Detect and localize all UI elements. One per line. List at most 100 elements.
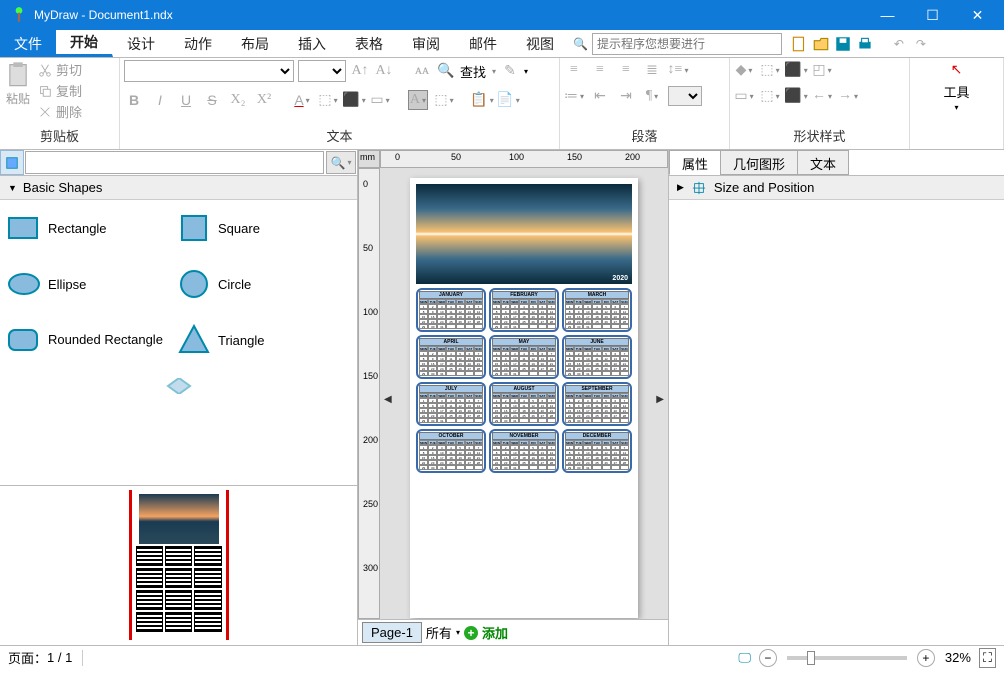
- calendar-year: 2020: [612, 275, 628, 282]
- tab-action[interactable]: 动作: [170, 30, 227, 57]
- main-layout: 🔍▾ ▼ Basic Shapes Rectangle Square Ellip…: [0, 150, 1004, 645]
- find-icon[interactable]: 🔍: [436, 61, 456, 81]
- page-viewport[interactable]: ◀ 2020 JANUARYMONTUEWEDTHUFRISATSUN12345…: [380, 168, 668, 619]
- grow-font-icon[interactable]: A↑: [350, 61, 370, 81]
- tab-text[interactable]: 文本: [797, 150, 849, 175]
- arrow-end-icon[interactable]: →▾: [838, 86, 858, 106]
- expand-left-icon[interactable]: ◀: [384, 394, 392, 405]
- tab-home[interactable]: 开始: [56, 30, 113, 57]
- tab-view[interactable]: 视图: [512, 30, 569, 57]
- close-button[interactable]: ✕: [955, 0, 1000, 30]
- zoom-in-button[interactable]: +: [917, 649, 935, 667]
- shrink-font-icon[interactable]: A↓: [374, 61, 394, 81]
- cut-button[interactable]: 剪切: [38, 60, 82, 79]
- minimize-button[interactable]: —: [865, 0, 910, 30]
- add-page-button[interactable]: + 添加: [464, 623, 508, 642]
- tab-properties[interactable]: 属性: [669, 150, 721, 175]
- new-doc-icon[interactable]: [790, 35, 808, 53]
- para-combo[interactable]: [668, 86, 702, 106]
- shape-shadow-icon[interactable]: ⬛▾: [786, 60, 806, 80]
- page-tab-1[interactable]: Page-1: [362, 622, 422, 643]
- maximize-button[interactable]: ☐: [910, 0, 955, 30]
- paste-format-icon[interactable]: 📄▾: [498, 90, 518, 110]
- copy-button[interactable]: 复制: [38, 81, 82, 100]
- shape-corner-icon[interactable]: ◰▾: [812, 60, 832, 80]
- text-effect-icon[interactable]: ⬚▾: [434, 90, 454, 110]
- font-family-combo[interactable]: [124, 60, 294, 82]
- delete-button[interactable]: 删除: [38, 102, 82, 121]
- shapes-header[interactable]: ▼ Basic Shapes: [0, 176, 357, 200]
- canvas-area: mm 0 50 100 150 200 0 50 100 150 200 250…: [358, 150, 668, 645]
- text-stroke-icon[interactable]: ▭▾: [370, 90, 390, 110]
- print-icon[interactable]: [856, 35, 874, 53]
- shape-circle[interactable]: Circle: [176, 266, 346, 302]
- bold-icon[interactable]: B: [124, 90, 144, 110]
- tab-design[interactable]: 设计: [113, 30, 170, 57]
- tab-layout[interactable]: 布局: [227, 30, 284, 57]
- fit-page-icon[interactable]: ⛶: [979, 648, 996, 668]
- zoom-out-button[interactable]: −: [759, 649, 777, 667]
- tab-geometry[interactable]: 几何图形: [720, 150, 798, 175]
- copy-format-icon[interactable]: 📋▾: [472, 90, 492, 110]
- subscript-icon[interactable]: X₂: [228, 90, 248, 110]
- open-icon[interactable]: [812, 35, 830, 53]
- highlight-icon[interactable]: ✎: [500, 61, 520, 81]
- font-size-combo[interactable]: [298, 60, 346, 82]
- calendar-month: NOVEMBERMONTUEWEDTHUFRISATSUN12345678910…: [489, 429, 559, 473]
- pilcrow-icon[interactable]: ¶▾: [642, 86, 662, 106]
- align-justify-icon[interactable]: ≣: [642, 60, 662, 80]
- shapes-search-input[interactable]: [25, 151, 324, 174]
- superscript-icon[interactable]: X²: [254, 90, 274, 110]
- page-thumbnail[interactable]: [129, 490, 229, 640]
- tab-review[interactable]: 审阅: [398, 30, 455, 57]
- outdent-icon[interactable]: ⇤: [590, 86, 610, 106]
- align-center-icon[interactable]: ≡: [590, 60, 610, 80]
- line-style-icon[interactable]: ▭▾: [734, 86, 754, 106]
- undo-icon[interactable]: ↶: [890, 35, 908, 53]
- line-pattern-icon[interactable]: ⬚▾: [760, 86, 780, 106]
- bullets-icon[interactable]: ≔▾: [564, 86, 584, 106]
- drawing-page[interactable]: 2020 JANUARYMONTUEWEDTHUFRISATSUN1234567…: [410, 178, 638, 618]
- paste-button[interactable]: 粘贴: [4, 60, 32, 121]
- strike-icon[interactable]: S: [202, 90, 222, 110]
- tab-mail[interactable]: 邮件: [455, 30, 512, 57]
- shape-rectangle[interactable]: Rectangle: [6, 210, 176, 246]
- arrow-begin-icon[interactable]: ←▾: [812, 86, 832, 106]
- shape-pattern-icon[interactable]: ⬚▾: [760, 60, 780, 80]
- all-pages-label[interactable]: 所有: [426, 623, 452, 642]
- tab-table[interactable]: 表格: [341, 30, 398, 57]
- redo-icon[interactable]: ↷: [912, 35, 930, 53]
- italic-icon[interactable]: I: [150, 90, 170, 110]
- save-icon[interactable]: [834, 35, 852, 53]
- file-tab[interactable]: 文件: [0, 30, 56, 57]
- char-spacing-icon[interactable]: ᴀᴀ: [412, 61, 432, 81]
- shape-triangle[interactable]: Triangle: [176, 322, 346, 358]
- font-color-icon[interactable]: A▾: [292, 90, 312, 110]
- shapes-search-button[interactable]: 🔍▾: [326, 151, 356, 174]
- statusbar: 页面： 1 / 1 🖵 − + 32% ⛶: [0, 645, 1004, 669]
- text-shadow-icon[interactable]: ⬛▾: [344, 90, 364, 110]
- tell-me-input[interactable]: [592, 33, 782, 55]
- shape-diamond-peek[interactable]: [164, 378, 194, 394]
- library-icon[interactable]: [0, 150, 24, 175]
- align-left-icon[interactable]: ≡: [564, 60, 584, 80]
- shapes-panel: 🔍▾ ▼ Basic Shapes Rectangle Square Ellip…: [0, 150, 358, 645]
- text-fill-icon[interactable]: ⬚▾: [318, 90, 338, 110]
- zoom-slider[interactable]: [787, 656, 907, 660]
- shape-square[interactable]: Square: [176, 210, 346, 246]
- pointer-tool-icon[interactable]: ↖: [947, 60, 967, 80]
- shape-fill-icon[interactable]: ◆▾: [734, 60, 754, 80]
- size-position-section[interactable]: ▶ Size and Position: [669, 176, 1004, 200]
- shape-ellipse[interactable]: Ellipse: [6, 266, 176, 302]
- align-right-icon[interactable]: ≡: [616, 60, 636, 80]
- screen-mode-icon[interactable]: 🖵: [738, 650, 751, 666]
- shape-rounded-rect[interactable]: Rounded Rectangle: [6, 322, 176, 358]
- indent-icon[interactable]: ⇥: [616, 86, 636, 106]
- calendar-month: OCTOBERMONTUEWEDTHUFRISATSUN123456789101…: [416, 429, 486, 473]
- line-spacing-icon[interactable]: ↕≡▾: [668, 60, 688, 80]
- line-shadow-icon[interactable]: ⬛▾: [786, 86, 806, 106]
- tab-insert[interactable]: 插入: [284, 30, 341, 57]
- text-bg-icon[interactable]: A▾: [408, 90, 428, 110]
- underline-icon[interactable]: U: [176, 90, 196, 110]
- expand-right-icon[interactable]: ▶: [656, 394, 664, 405]
